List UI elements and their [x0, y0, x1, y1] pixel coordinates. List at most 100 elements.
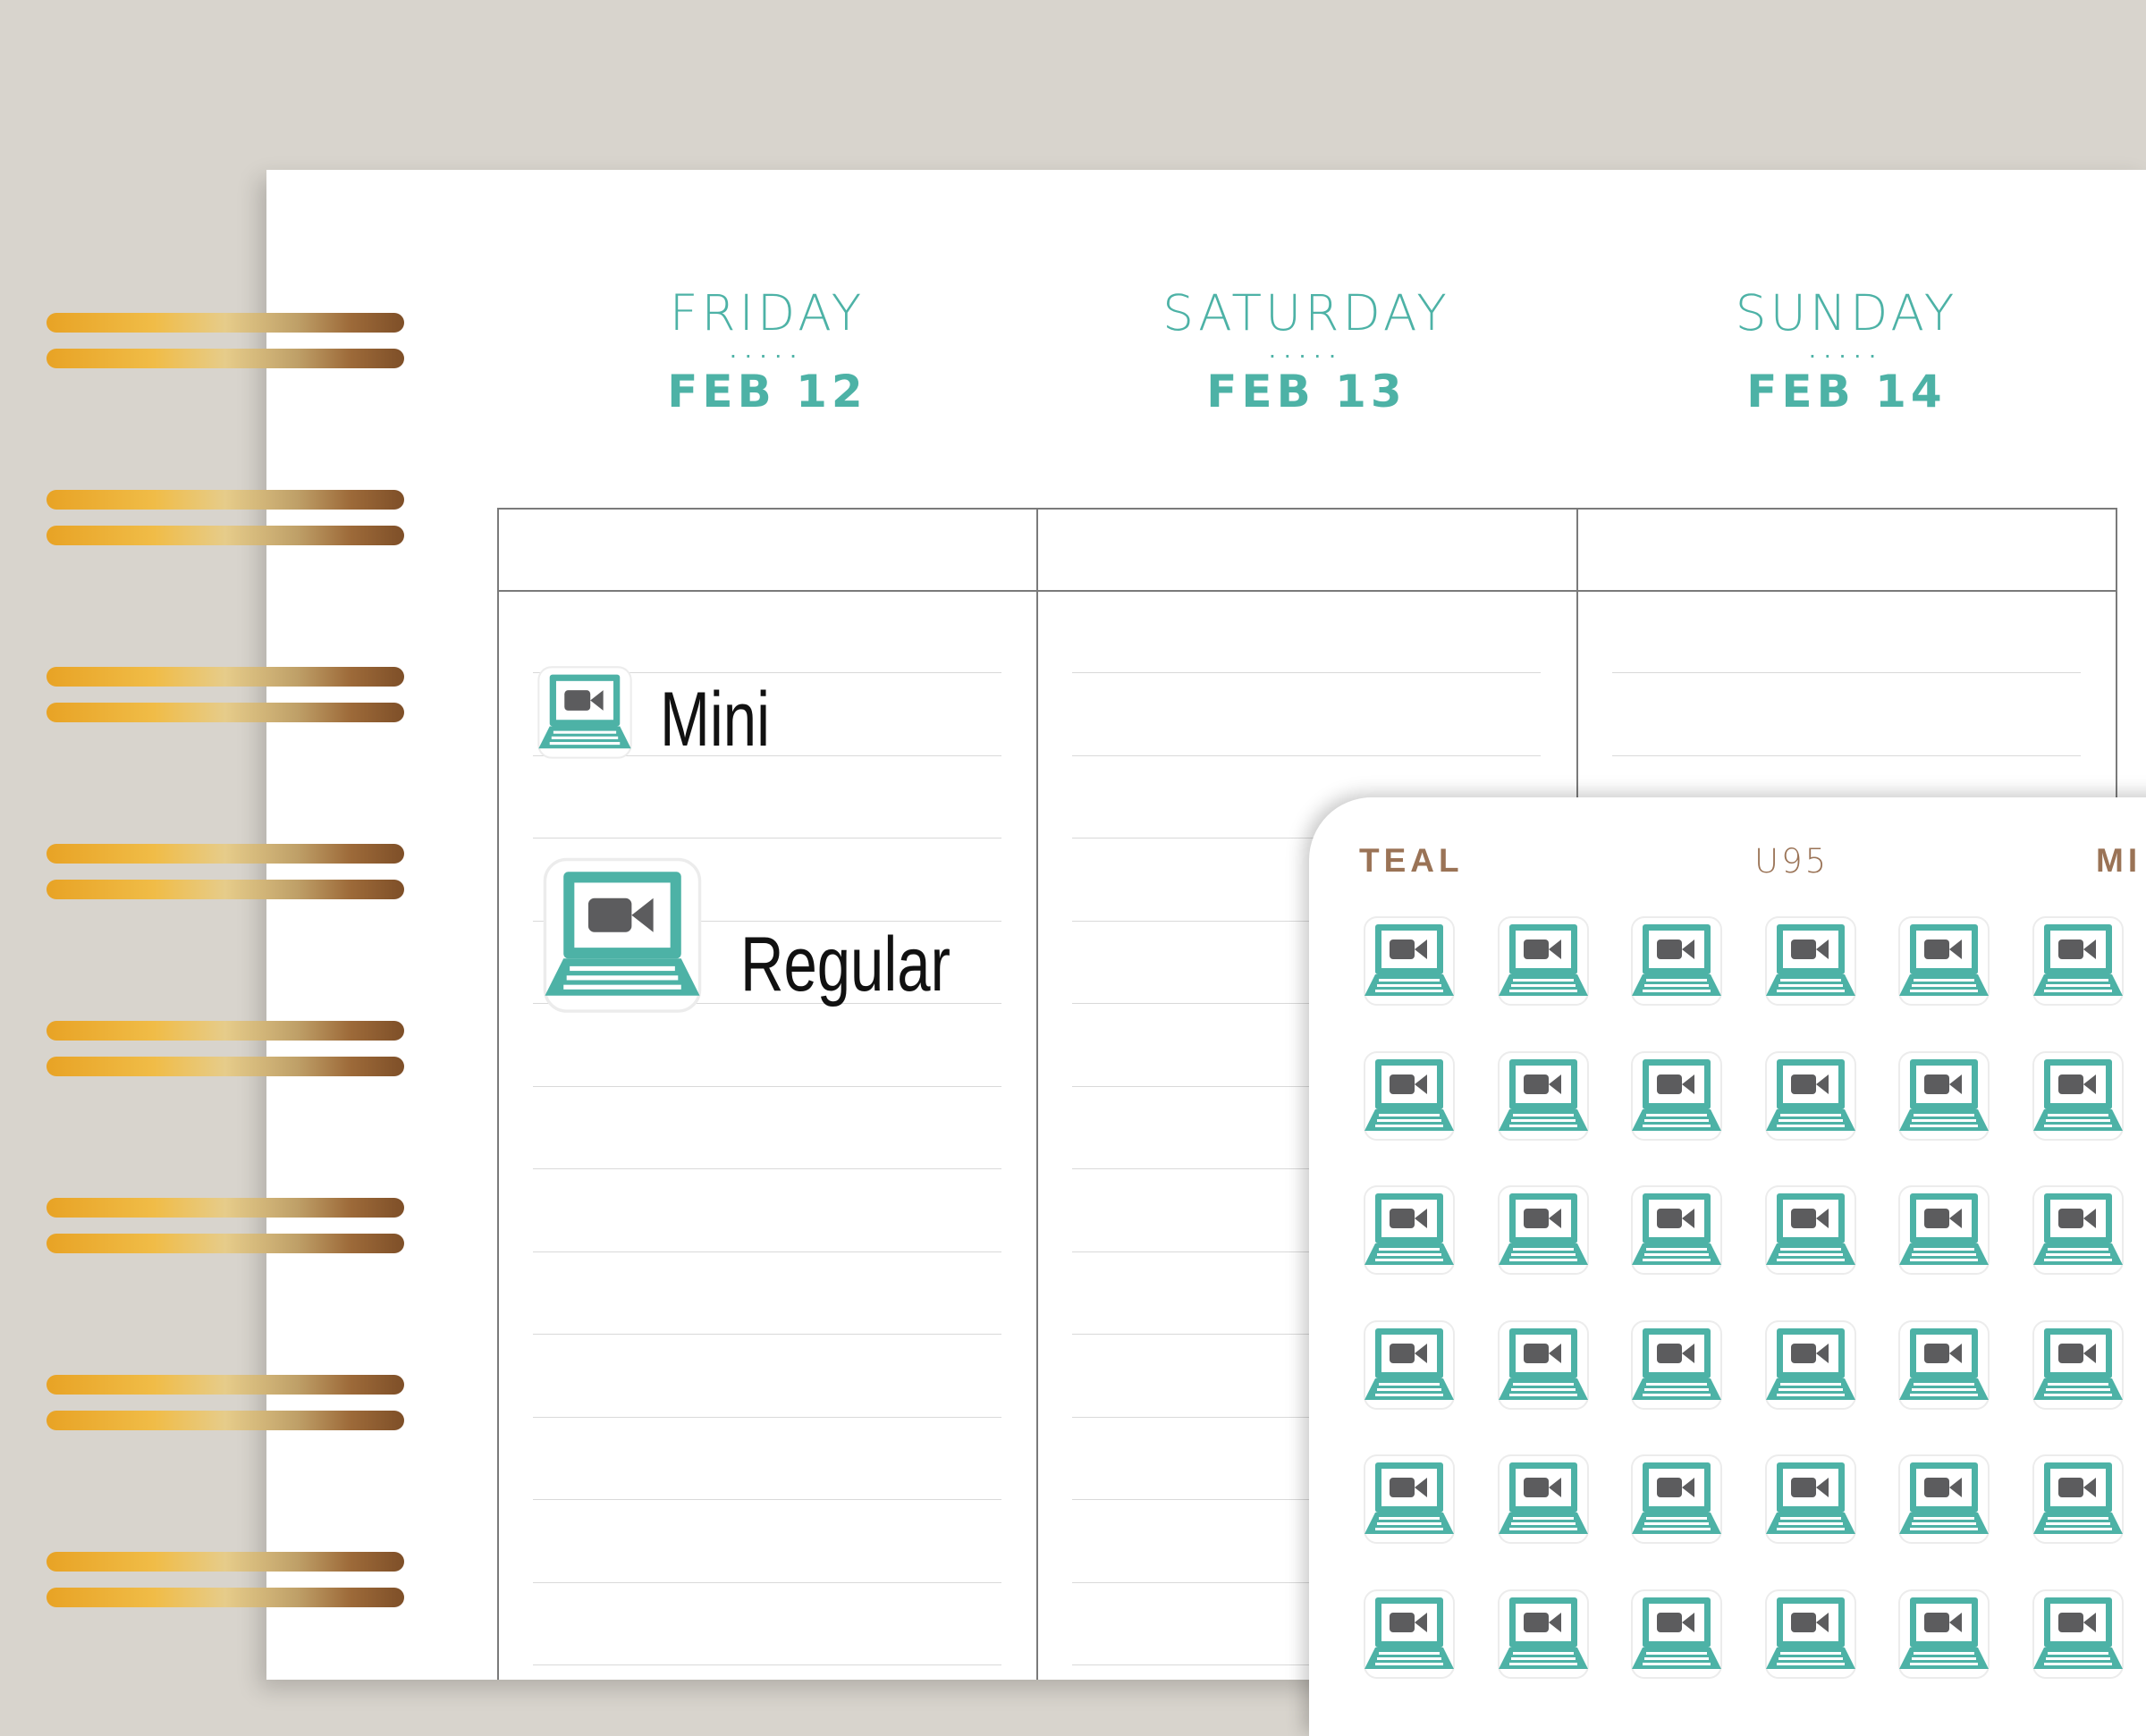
day-header-friday: FRIDAY ..... FEB 12 [588, 284, 946, 420]
ruled-line [1612, 672, 2081, 673]
sticker-item[interactable] [1623, 915, 1730, 1008]
sticker-item[interactable] [1757, 1454, 1864, 1546]
laptop-video-call-icon [1364, 1185, 1455, 1275]
laptop-video-call-icon [1497, 1050, 1589, 1141]
spiral-ring [46, 653, 404, 737]
laptop-video-call-icon [1364, 1589, 1455, 1679]
sticker-item[interactable] [1623, 1319, 1730, 1412]
sticker-item[interactable] [1890, 915, 1998, 1008]
sticker-item[interactable] [1623, 1589, 1730, 1681]
laptop-video-call-icon [1898, 1185, 1990, 1275]
spiral-ring [46, 830, 404, 914]
sticker-item[interactable] [2024, 1184, 2132, 1277]
laptop-video-call-icon [1764, 1185, 1856, 1275]
sticker-item[interactable] [1757, 1050, 1864, 1143]
day-name: SUNDAY [1735, 284, 1958, 341]
sticker-item[interactable] [1890, 1454, 1998, 1546]
laptop-video-call-icon [1364, 1454, 1455, 1544]
sheet-size-label: MI [2096, 842, 2142, 879]
laptop-video-call-icon [1631, 1050, 1722, 1141]
sticker-sheet: TEAL U95 MI [1309, 797, 2146, 1736]
day-date: FEB 14 [1746, 366, 1947, 417]
day-dots: ..... [730, 335, 805, 363]
sticker-item[interactable] [1623, 1454, 1730, 1546]
sticker-item[interactable] [1356, 1454, 1463, 1546]
day-date: FEB 12 [667, 366, 867, 417]
laptop-video-call-icon [1764, 916, 1856, 1006]
sticker-item[interactable] [2024, 915, 2132, 1008]
sticker-item[interactable] [1890, 1184, 1998, 1277]
laptop-video-call-icon [2032, 916, 2124, 1006]
sticker-item[interactable] [1356, 1050, 1463, 1143]
laptop-video-call-icon [2032, 1589, 2124, 1679]
laptop-video-call-icon [2032, 1185, 2124, 1275]
regular-sticker-sample [529, 856, 715, 1022]
sheet-color-label: TEAL [1359, 842, 1464, 879]
ruled-line [533, 838, 1001, 839]
ruled-line [533, 1416, 1001, 1418]
spiral-ring [46, 476, 404, 560]
sticker-item[interactable] [1490, 1184, 1597, 1277]
sticker-item[interactable] [1490, 1319, 1597, 1412]
laptop-video-call-icon [1898, 1589, 1990, 1679]
ruled-line [1072, 672, 1541, 673]
laptop-video-call-icon [1898, 916, 1990, 1006]
day-dots: ..... [1269, 335, 1344, 363]
day-header-sunday: SUNDAY ..... FEB 14 [1668, 284, 2025, 420]
laptop-video-call-icon [1364, 1319, 1455, 1410]
ruled-line [533, 1581, 1001, 1583]
laptop-video-call-icon [1497, 1454, 1589, 1544]
sticker-item[interactable] [1490, 1589, 1597, 1681]
laptop-video-call-icon [2032, 1319, 2124, 1410]
mini-sticker-sample [529, 665, 640, 766]
laptop-video-call-icon [1631, 916, 1722, 1006]
sticker-item[interactable] [2024, 1454, 2132, 1546]
sticker-item[interactable] [2024, 1589, 2132, 1681]
sticker-item[interactable] [1490, 1454, 1597, 1546]
day-dots: ..... [1809, 335, 1884, 363]
laptop-video-call-icon [543, 857, 702, 1013]
laptop-video-call-icon [1764, 1454, 1856, 1544]
mini-label: Mini [660, 677, 770, 763]
sticker-item[interactable] [1757, 1319, 1864, 1412]
grid-left-border [497, 508, 499, 1680]
ruled-line [533, 1664, 1001, 1665]
laptop-video-call-icon [1631, 1319, 1722, 1410]
sticker-item[interactable] [1356, 1319, 1463, 1412]
sticker-item[interactable] [2024, 1050, 2132, 1143]
sticker-item[interactable] [2024, 1319, 2132, 1412]
spiral-ring [46, 299, 404, 383]
sticker-item[interactable] [1757, 915, 1864, 1008]
sticker-item[interactable] [1757, 1589, 1864, 1681]
laptop-video-call-icon [2032, 1454, 2124, 1544]
sticker-item[interactable] [1623, 1184, 1730, 1277]
grid-top-border [497, 508, 2117, 510]
sticker-item[interactable] [1490, 1050, 1597, 1143]
sticker-item[interactable] [1890, 1589, 1998, 1681]
ruled-line [533, 1334, 1001, 1335]
laptop-video-call-icon [1497, 916, 1589, 1006]
spiral-ring [46, 1184, 404, 1268]
sticker-item[interactable] [1356, 1184, 1463, 1277]
laptop-video-call-icon [1764, 1589, 1856, 1679]
day-header-saturday: SATURDAY ..... FEB 13 [1128, 284, 1485, 420]
sticker-item[interactable] [1757, 1184, 1864, 1277]
grid-column-divider [1036, 508, 1038, 1680]
sticker-item[interactable] [1356, 1589, 1463, 1681]
sheet-code: U95 [1754, 842, 1829, 881]
ruled-line [533, 1085, 1001, 1087]
ruled-line [1612, 754, 2081, 756]
sticker-item[interactable] [1623, 1050, 1730, 1143]
grid-header-divider [497, 590, 2117, 592]
laptop-video-call-icon [537, 666, 632, 759]
sticker-item[interactable] [1490, 915, 1597, 1008]
spiral-ring [46, 1361, 404, 1445]
sticker-item[interactable] [1890, 1319, 1998, 1412]
spiral-ring [46, 1538, 404, 1622]
sticker-item[interactable] [1356, 915, 1463, 1008]
laptop-video-call-icon [1631, 1589, 1722, 1679]
laptop-video-call-icon [1631, 1185, 1722, 1275]
laptop-video-call-icon [1764, 1050, 1856, 1141]
laptop-video-call-icon [1497, 1589, 1589, 1679]
sticker-item[interactable] [1890, 1050, 1998, 1143]
